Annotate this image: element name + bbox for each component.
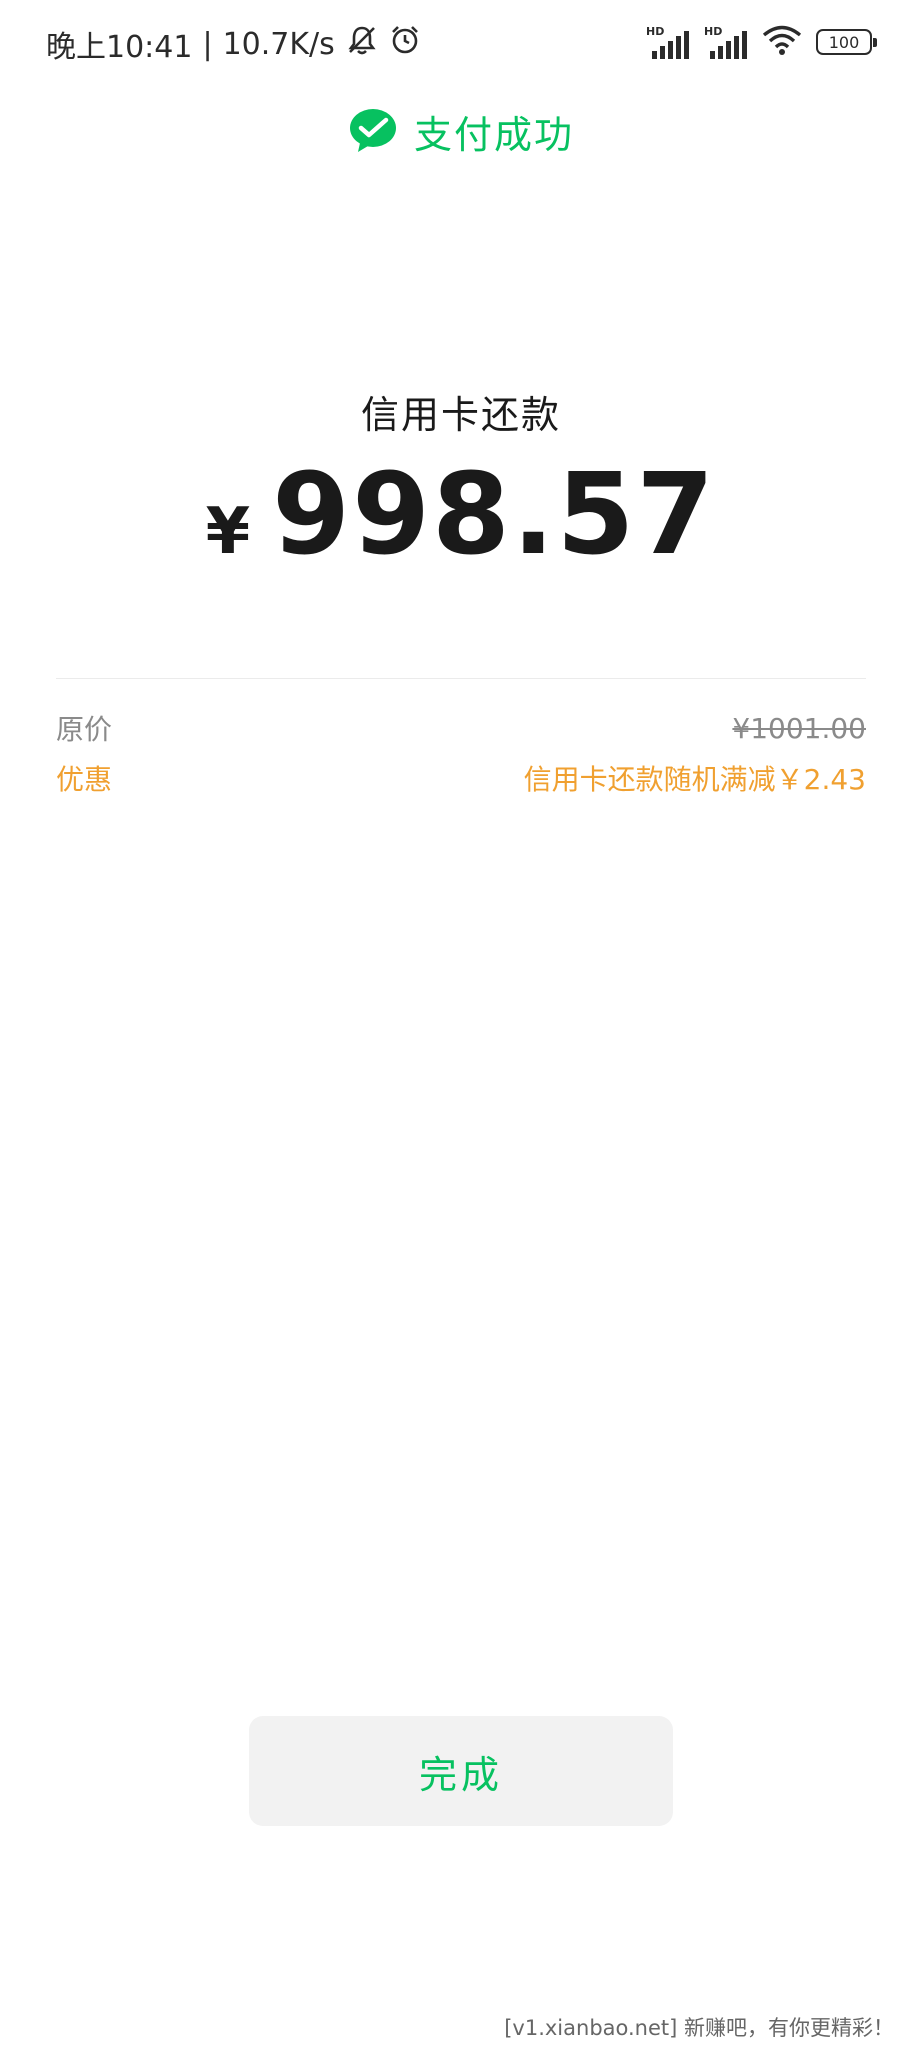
battery-level: 100 bbox=[828, 32, 860, 52]
payment-success-header: 支付成功 bbox=[0, 104, 922, 159]
currency-symbol: ¥ bbox=[205, 495, 251, 569]
status-separator: | bbox=[202, 26, 213, 62]
status-bar: 晚上10:41 | 10.7K/s HD HD 100 bbox=[0, 0, 922, 84]
network-speed: 10.7K/s bbox=[222, 26, 335, 62]
payment-success-screen: 晚上10:41 | 10.7K/s HD HD 100 支付成功 信用卡还款 ¥… bbox=[0, 0, 922, 2048]
original-price-row: 原价 ¥1001.00 bbox=[56, 708, 866, 748]
merchant-name: 信用卡还款 bbox=[360, 393, 561, 437]
discount-label: 优惠 bbox=[56, 763, 113, 796]
discount-value: 信用卡还款随机满减￥2.43 bbox=[523, 763, 866, 796]
alarm-clock-icon bbox=[389, 24, 421, 64]
discount-row: 优惠 信用卡还款随机满减￥2.43 bbox=[56, 758, 866, 798]
divider bbox=[56, 678, 866, 679]
battery-icon: 100 bbox=[816, 29, 877, 55]
done-button[interactable]: 完成 bbox=[249, 1716, 673, 1826]
status-right: HD HD 100 bbox=[646, 24, 877, 60]
check-bubble-icon bbox=[348, 107, 398, 157]
payment-amount: ¥ 998.57 bbox=[0, 450, 922, 580]
status-time: 晚上10:41 bbox=[46, 30, 193, 65]
original-price-value: ¥1001.00 bbox=[732, 711, 866, 745]
bell-muted-icon bbox=[345, 23, 379, 65]
original-price-label: 原价 bbox=[56, 713, 113, 746]
watermark-text: [v1.xianbao.net] 新赚吧，有你更精彩！ bbox=[504, 2016, 894, 2040]
amount-value: 998.57 bbox=[272, 450, 717, 580]
hd-signal-icon: HD bbox=[704, 25, 748, 59]
success-title: 支付成功 bbox=[413, 113, 574, 157]
hd-signal-icon: HD bbox=[646, 25, 690, 59]
wifi-icon bbox=[762, 24, 802, 60]
status-left: 晚上10:41 | 10.7K/s bbox=[46, 22, 421, 66]
